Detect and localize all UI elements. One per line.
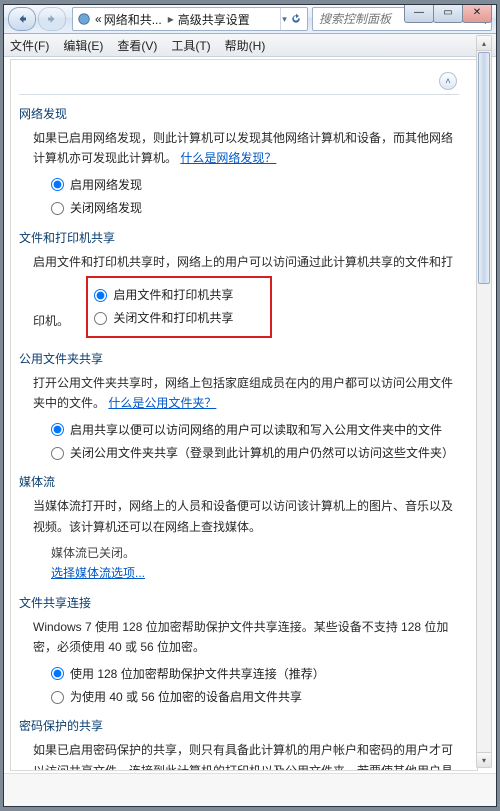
section-body-connection: Windows 7 使用 128 位加密帮助保护文件共享连接。某些设备不支持 1… bbox=[33, 617, 459, 708]
menubar: 文件(F) 编辑(E) 查看(V) 工具(T) 帮助(H) bbox=[4, 34, 496, 57]
menu-file[interactable]: 文件(F) bbox=[10, 37, 49, 54]
menu-edit[interactable]: 编辑(E) bbox=[63, 37, 103, 54]
chevron-up-icon: ˄ bbox=[439, 72, 457, 90]
footer-bar bbox=[4, 773, 496, 806]
breadcrumb-seg1[interactable]: 网络和共... bbox=[104, 11, 162, 28]
breadcrumb[interactable]: « 网络和共... ▸ 高级共享设置 ▾ bbox=[72, 7, 308, 31]
chevron-down-icon: ▾ bbox=[282, 14, 287, 25]
link-media-options[interactable]: 选择媒体流选项... bbox=[51, 566, 145, 580]
arrow-right-icon bbox=[46, 13, 58, 25]
arrow-left-icon bbox=[16, 13, 28, 25]
nav-back-button[interactable] bbox=[8, 7, 36, 31]
window-frame: — ▭ ✕ « 网络和共... ▸ 高级共享设置 ▾ bbox=[3, 4, 497, 807]
highlight-file-printer: 启用文件和打印机共享 关闭文件和打印机共享 bbox=[86, 276, 272, 338]
radio-conn-4056[interactable]: 为使用 40 或 56 位加密的设备启用文件共享 bbox=[51, 687, 459, 707]
radio-network-discovery-off[interactable]: 关闭网络发现 bbox=[51, 198, 459, 218]
vertical-scrollbar[interactable]: ▴ ▾ bbox=[476, 35, 492, 768]
maximize-button[interactable]: ▭ bbox=[433, 4, 463, 23]
section-body-public-folder: 打开公用文件夹共享时，网络上包括家庭组成员在内的用户都可以访问公用文件夹中的文件… bbox=[33, 373, 459, 464]
section-body-media: 当媒体流打开时，网络上的人员和设备便可以访问该计算机上的图片、音乐以及视频。该计… bbox=[33, 496, 459, 584]
section-title-connection: 文件共享连接 bbox=[19, 594, 459, 611]
network-icon bbox=[77, 12, 91, 26]
section-title-password: 密码保护的共享 bbox=[19, 717, 459, 734]
section-body-password: 如果已启用密码保护的共享，则只有具备此计算机的用户帐户和密码的用户才可以访问共享… bbox=[33, 740, 459, 771]
media-status-text: 媒体流已关闭。 bbox=[51, 543, 459, 563]
scroll-up-arrow-icon[interactable]: ▴ bbox=[477, 36, 491, 51]
refresh-icon bbox=[290, 13, 302, 25]
section-title-public-folder: 公用文件夹共享 bbox=[19, 350, 459, 367]
refresh-button[interactable]: ▾ bbox=[280, 8, 303, 30]
section-title-media: 媒体流 bbox=[19, 473, 459, 490]
link-what-is-network-discovery[interactable]: 什么是网络发现？ bbox=[180, 151, 276, 165]
radio-public-folder-on[interactable]: 启用共享以便可以访问网络的用户可以读取和写入公用文件夹中的文件 bbox=[51, 420, 459, 440]
radio-public-folder-off[interactable]: 关闭公用文件夹共享（登录到此计算机的用户仍然可以访问这些文件夹） bbox=[51, 443, 459, 463]
breadcrumb-seg2[interactable]: 高级共享设置 bbox=[178, 11, 250, 28]
radio-network-discovery-on[interactable]: 启用网络发现 bbox=[51, 175, 459, 195]
minimize-button[interactable]: — bbox=[404, 4, 434, 23]
breadcrumb-sep: « bbox=[95, 12, 102, 26]
scroll-thumb[interactable] bbox=[478, 52, 490, 284]
chevron-right-icon: ▸ bbox=[168, 12, 174, 26]
menu-tools[interactable]: 工具(T) bbox=[171, 37, 210, 54]
section-title-file-printer: 文件和打印机共享 bbox=[19, 229, 459, 246]
radio-file-printer-on[interactable]: 启用文件和打印机共享 bbox=[94, 285, 264, 305]
window-controls: — ▭ ✕ bbox=[405, 4, 492, 23]
section-body-network-discovery: 如果已启用网络发现，则此计算机可以发现其他网络计算机和设备，而其他网络计算机亦可… bbox=[33, 128, 459, 219]
close-button[interactable]: ✕ bbox=[462, 4, 492, 23]
profile-accordion-header[interactable]: ˄ bbox=[19, 68, 459, 95]
link-what-is-public-folder[interactable]: 什么是公用文件夹？ bbox=[108, 396, 216, 410]
content-shell: ˄ 网络发现 如果已启用网络发现，则此计算机可以发现其他网络计算机和设备，而其他… bbox=[4, 57, 496, 773]
radio-file-printer-off[interactable]: 关闭文件和打印机共享 bbox=[94, 308, 264, 328]
menu-help[interactable]: 帮助(H) bbox=[225, 37, 266, 54]
scroll-down-arrow-icon[interactable]: ▾ bbox=[477, 752, 491, 767]
section-title-network-discovery: 网络发现 bbox=[19, 105, 459, 122]
content-panel: ˄ 网络发现 如果已启用网络发现，则此计算机可以发现其他网络计算机和设备，而其他… bbox=[10, 59, 478, 771]
menu-view[interactable]: 查看(V) bbox=[117, 37, 157, 54]
section-body-file-printer: 启用文件和打印机共享时，网络上的用户可以访问通过此计算机共享的文件和打印机。 启… bbox=[33, 252, 459, 340]
radio-conn-128[interactable]: 使用 128 位加密帮助保护文件共享连接（推荐） bbox=[51, 664, 459, 684]
nav-forward-button[interactable] bbox=[38, 7, 66, 31]
